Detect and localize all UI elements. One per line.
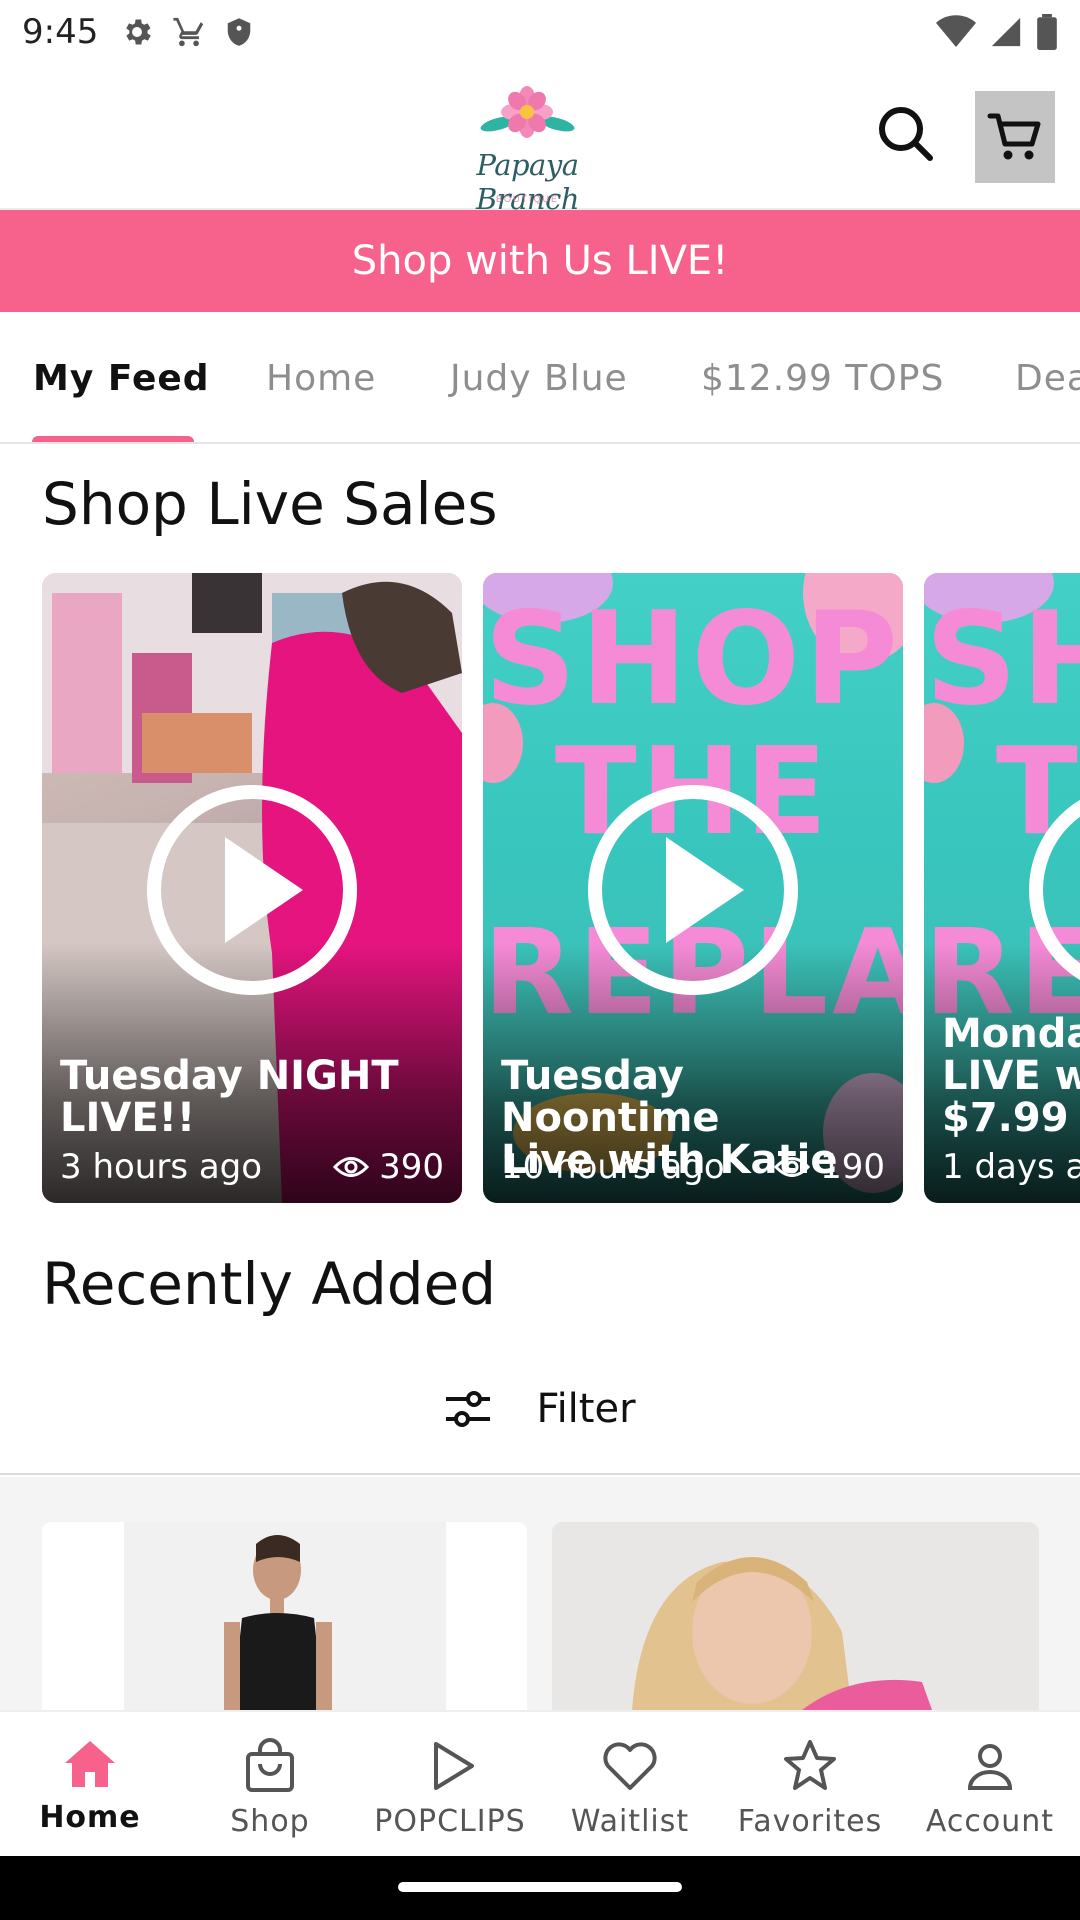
nav-label: Favorites (737, 1804, 883, 1839)
eye-icon (774, 1157, 811, 1177)
play-button[interactable] (588, 785, 798, 995)
product-card[interactable] (42, 1522, 527, 1710)
nav-favorites[interactable]: Favorites (720, 1712, 900, 1858)
view-count: 190 (820, 1147, 885, 1187)
live-banner-text: Shop with Us LIVE! (351, 238, 729, 284)
live-sale-card[interactable]: Tuesday NIGHT LIVE!! 3 hours ago 390 (42, 573, 462, 1203)
flower-logo-icon (480, 86, 575, 138)
status-icons-left (120, 15, 254, 49)
battery-icon (1037, 14, 1057, 50)
wifi-icon (936, 15, 976, 48)
eye-icon (333, 1157, 370, 1177)
tab-judy-blue[interactable]: Judy Blue (450, 358, 628, 399)
tab-my-feed[interactable]: My Feed (33, 358, 210, 399)
play-button[interactable] (147, 785, 357, 995)
category-tabs: My Feed Home Judy Blue $12.99 TOPS Dea (0, 312, 1080, 444)
nav-label: POPCLIPS (374, 1804, 526, 1839)
replay-word-shop: SHOP (925, 585, 1080, 734)
bag-icon (246, 1738, 294, 1792)
nav-label: Home (39, 1800, 141, 1835)
card-title: Monda LIVE wi $7.99 Z (942, 1013, 1080, 1139)
heart-icon (603, 1742, 657, 1790)
card-meta: 3 hours ago 390 (60, 1147, 444, 1187)
home-gesture-handle[interactable] (398, 1882, 682, 1892)
shopping-cart-icon (987, 113, 1041, 160)
product-image (42, 1522, 527, 1710)
active-tab-indicator (32, 436, 194, 442)
live-sale-card[interactable]: SHOP THE REPLAY Monda LIVE wi $7.99 Z 1 … (924, 573, 1080, 1203)
product-image (552, 1522, 1039, 1710)
card-title-line: LIVE wi (942, 1053, 1080, 1099)
shield-icon (228, 18, 251, 46)
product-card[interactable] (552, 1522, 1039, 1710)
cart-button[interactable] (975, 91, 1055, 183)
play-icon (666, 837, 744, 943)
signal-icon (991, 17, 1021, 47)
home-icon (65, 1741, 115, 1787)
nav-account[interactable]: Account (900, 1712, 1080, 1858)
card-title-line: Tuesday NIGHT (60, 1053, 399, 1099)
person-icon (967, 1744, 1013, 1790)
card-time: 10 hours ago (501, 1147, 725, 1187)
nav-home[interactable]: Home (0, 1712, 180, 1858)
bottom-navigation: Home Shop POPCLIPS Waitlist Favorites Ac… (0, 1710, 1080, 1856)
search-button[interactable] (876, 104, 936, 164)
live-sale-card[interactable]: SHOP THE REPLAY Tuesday Noontime Live wi… (483, 573, 903, 1203)
status-bar: 9:45 (0, 0, 1080, 64)
status-icons-right (936, 14, 1058, 50)
tab-home[interactable]: Home (266, 358, 376, 399)
play-icon (225, 837, 303, 943)
search-icon (879, 107, 933, 161)
card-meta: 1 days a (942, 1147, 1080, 1187)
shop-live-sales-title: Shop Live Sales (42, 470, 498, 538)
card-title-line: Tuesday Noontime (501, 1053, 720, 1141)
status-time: 9:45 (22, 12, 99, 52)
filter-label: Filter (536, 1386, 636, 1432)
tab-12-99-tops[interactable]: $12.99 TOPS (701, 358, 944, 399)
card-title: Tuesday NIGHT LIVE!! (60, 1055, 399, 1139)
brand-name: Papaya Branch (475, 148, 580, 216)
play-icon (434, 1742, 474, 1790)
card-views: 390 (333, 1147, 444, 1187)
card-time: 1 days a (942, 1147, 1080, 1187)
nav-waitlist[interactable]: Waitlist (540, 1712, 720, 1858)
nav-label: Account (925, 1804, 1055, 1839)
card-views: 190 (774, 1147, 885, 1187)
live-banner[interactable]: Shop with Us LIVE! (0, 210, 1080, 312)
card-title-line: Monda (942, 1011, 1080, 1057)
tab-deals[interactable]: Dea (1015, 358, 1080, 399)
recently-added-title: Recently Added (42, 1250, 497, 1318)
live-sales-carousel[interactable]: Tuesday NIGHT LIVE!! 3 hours ago 390 SHO… (0, 573, 1080, 1203)
filter-sliders-icon (446, 1391, 491, 1427)
card-time: 3 hours ago (60, 1147, 263, 1187)
cart-icon (173, 17, 204, 47)
system-gesture-bar (0, 1856, 1080, 1920)
nav-shop[interactable]: Shop (180, 1712, 360, 1858)
app-header: Papaya Branch BOUTIQUE (0, 64, 1080, 216)
card-title-line: $7.99 Z (942, 1095, 1080, 1141)
card-title-line: LIVE!! (60, 1095, 196, 1141)
brand-logo[interactable]: Papaya Branch BOUTIQUE (440, 86, 615, 216)
brand-sub: BOUTIQUE (495, 194, 559, 204)
card-meta: 10 hours ago 190 (501, 1147, 885, 1187)
nav-popclips[interactable]: POPCLIPS (360, 1712, 540, 1858)
gear-icon (126, 19, 152, 45)
filter-button[interactable]: Filter (0, 1345, 1080, 1475)
star-icon (784, 1740, 836, 1790)
replay-word-shop: SHOP (484, 585, 902, 734)
nav-label: Shop (230, 1804, 310, 1839)
view-count: 390 (379, 1147, 444, 1187)
nav-label: Waitlist (570, 1804, 690, 1839)
